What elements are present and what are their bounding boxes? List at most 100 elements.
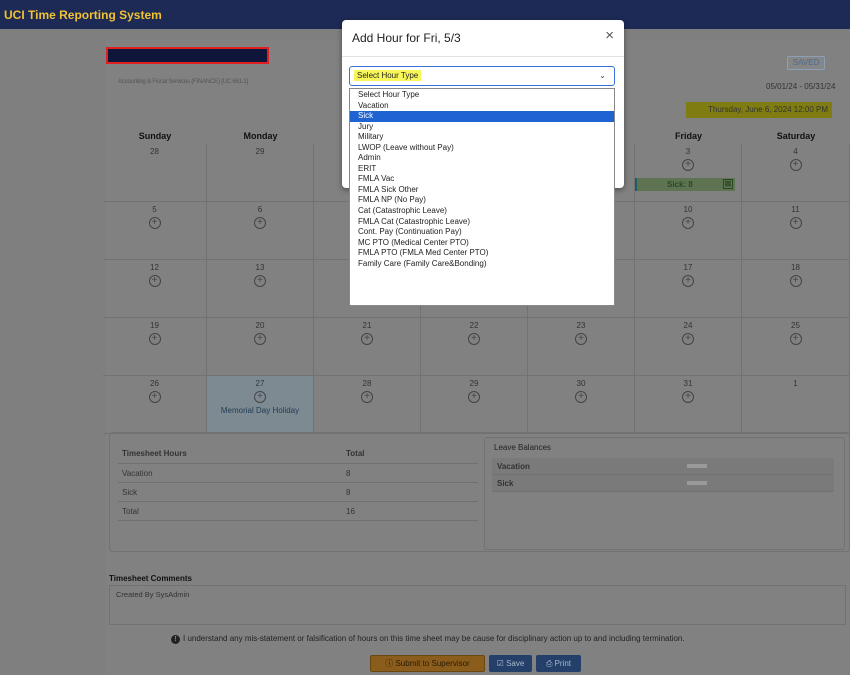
- add-hour-icon[interactable]: +: [254, 333, 266, 345]
- disclaimer: ! I understand any mis-statement or falsi…: [171, 634, 685, 644]
- comments-title: Timesheet Comments: [109, 574, 192, 583]
- day-number: 11: [791, 205, 800, 214]
- add-hour-icon[interactable]: +: [148, 333, 161, 345]
- calendar-day-cell: 29: [207, 144, 314, 202]
- day-number: 22: [469, 321, 479, 330]
- day-number: 31: [683, 379, 693, 388]
- day-number: 23: [576, 321, 586, 330]
- calendar-day-cell: 20 +: [207, 318, 314, 376]
- day-number: 6: [257, 205, 263, 214]
- table-row: Total 16: [118, 502, 478, 521]
- day-number: 3: [685, 147, 691, 156]
- add-hour-icon[interactable]: +: [468, 333, 480, 345]
- hour-type-options-list: Select Hour Type Vacation Sick Jury Military…: [349, 88, 615, 306]
- add-hour-icon[interactable]: +: [682, 391, 694, 403]
- hour-type-option[interactable]: LWOP (Leave without Pay): [350, 143, 614, 154]
- modal-title: Add Hour for Fri, 5/3: [352, 31, 461, 45]
- table-row: Vacation: [492, 458, 834, 475]
- hour-type-option[interactable]: Vacation: [350, 101, 614, 112]
- add-hour-icon[interactable]: +: [789, 275, 802, 287]
- leave-type-label: Vacation: [497, 461, 530, 471]
- calendar-day-cell: 13 +: [207, 260, 314, 318]
- day-number: 21: [362, 321, 372, 330]
- day-number: 24: [683, 321, 693, 330]
- add-hour-icon[interactable]: +: [789, 333, 802, 345]
- calendar-day-cell: 24 +: [635, 318, 742, 376]
- add-hour-icon[interactable]: +: [254, 391, 266, 403]
- add-hour-icon[interactable]: +: [575, 333, 587, 345]
- hour-type-option[interactable]: Select Hour Type: [350, 90, 614, 101]
- add-hour-icon[interactable]: +: [468, 391, 480, 403]
- add-hour-icon[interactable]: +: [148, 391, 161, 403]
- day-number: 13: [255, 263, 265, 272]
- hour-type-option[interactable]: Admin: [350, 153, 614, 164]
- hour-type-option[interactable]: FMLA Cat (Catastrophic Leave): [350, 217, 614, 228]
- day-number: 29: [255, 147, 265, 156]
- add-hour-icon[interactable]: +: [575, 391, 587, 403]
- info-icon: !: [171, 635, 180, 644]
- add-hour-icon[interactable]: +: [254, 275, 266, 287]
- hour-type-option[interactable]: Family Care (Family Care&Bonding): [350, 259, 614, 270]
- hour-type-label: Vacation: [122, 468, 153, 478]
- calendar-day-cell: 18 +: [742, 260, 850, 318]
- hour-type-option[interactable]: Cat (Catastrophic Leave): [350, 206, 614, 217]
- add-hour-icon[interactable]: +: [148, 275, 161, 287]
- add-hour-icon[interactable]: +: [682, 159, 694, 171]
- saved-status-button[interactable]: SAVED: [787, 56, 825, 70]
- calendar-day-cell: 5 +: [103, 202, 207, 260]
- add-hour-icon[interactable]: +: [361, 333, 373, 345]
- add-hour-icon[interactable]: +: [254, 217, 266, 229]
- sick-hour-entry[interactable]: Sick: 8 ⊠: [635, 178, 735, 191]
- hour-type-option[interactable]: FMLA Vac: [350, 174, 614, 185]
- remove-entry-icon[interactable]: ⊠: [723, 179, 733, 189]
- calendar-day-cell: 19 +: [103, 318, 207, 376]
- day-number: 27: [255, 379, 265, 388]
- add-hour-icon[interactable]: +: [682, 333, 694, 345]
- save-button[interactable]: ☑ Save: [489, 655, 532, 672]
- print-button[interactable]: ⎙ Print: [536, 655, 581, 672]
- day-number: 20: [255, 321, 265, 330]
- hour-type-option[interactable]: Jury: [350, 122, 614, 133]
- hour-type-option[interactable]: Military: [350, 132, 614, 143]
- leave-balances-title: Leave Balances: [494, 443, 551, 452]
- add-hour-icon[interactable]: +: [682, 217, 694, 229]
- hour-total-value: 8: [346, 487, 351, 497]
- calendar-day-cell: 12 +: [103, 260, 207, 318]
- close-icon[interactable]: ×: [605, 27, 614, 44]
- app-title: UCI Time Reporting System: [4, 8, 162, 22]
- day-header: Friday: [674, 131, 702, 141]
- leave-balances-panel: [484, 437, 845, 550]
- hour-type-option[interactable]: FMLA Sick Other: [350, 185, 614, 196]
- hour-type-select[interactable]: Select Hour Type ⌄: [349, 66, 615, 86]
- hour-type-option[interactable]: FMLA PTO (FMLA Med Center PTO): [350, 248, 614, 259]
- holiday-label: Memorial Day Holiday: [220, 406, 300, 415]
- submit-to-supervisor-button[interactable]: ⓘ Submit to Supervisor: [370, 655, 485, 672]
- add-hour-icon[interactable]: +: [148, 217, 161, 229]
- hour-type-option[interactable]: MC PTO (Medical Center PTO): [350, 238, 614, 249]
- day-number: 28: [150, 147, 159, 156]
- calendar-day-cell: 23 +: [528, 318, 635, 376]
- leave-balance-redacted: [687, 481, 707, 485]
- add-hour-icon[interactable]: +: [789, 217, 802, 229]
- day-number: 25: [791, 321, 800, 330]
- calendar-day-cell: 29 +: [421, 376, 528, 434]
- day-number: 4: [793, 147, 798, 156]
- day-number: 28: [362, 379, 372, 388]
- calendar-day-cell: 1: [742, 376, 850, 434]
- add-hour-icon[interactable]: +: [682, 275, 694, 287]
- calendar-day-cell: 3 + Sick: 8 ⊠: [635, 144, 742, 202]
- calendar-day-cell: 26 +: [103, 376, 207, 434]
- hour-type-option[interactable]: Cont. Pay (Continuation Pay): [350, 227, 614, 238]
- pay-period-range: 05/01/24 - 05/31/24: [766, 82, 836, 91]
- timesheet-hours-header: Timesheet Hours Total: [118, 444, 478, 464]
- current-datetime: Thursday, June 6, 2024 12:00 PM: [686, 102, 832, 118]
- leave-balance-redacted: [687, 464, 707, 468]
- comments-textarea[interactable]: Created By SysAdmin: [109, 585, 846, 625]
- hour-type-selected-value: Select Hour Type: [354, 70, 422, 81]
- hour-type-option[interactable]: ERIT: [350, 164, 614, 175]
- add-hour-icon[interactable]: +: [361, 391, 373, 403]
- hour-type-option[interactable]: Sick: [350, 111, 614, 122]
- hour-type-option[interactable]: FMLA NP (No Pay): [350, 195, 614, 206]
- add-hour-icon[interactable]: +: [789, 159, 802, 171]
- hour-type-label: Total: [122, 506, 139, 516]
